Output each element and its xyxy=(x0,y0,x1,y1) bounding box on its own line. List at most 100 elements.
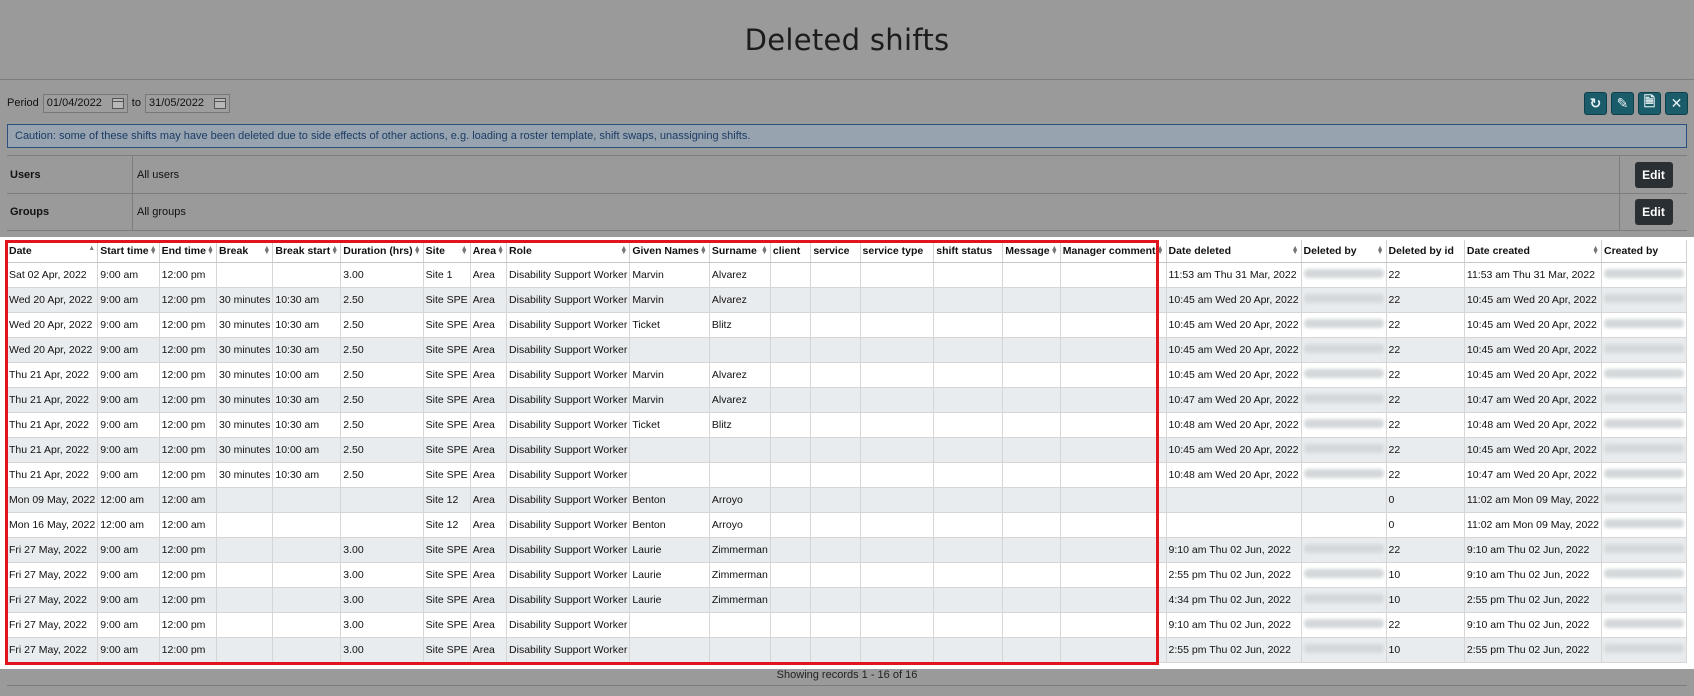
column-header-label: Deleted by id xyxy=(1388,244,1454,257)
column-header[interactable]: shift status xyxy=(933,240,1004,263)
table-cell: Site SPE xyxy=(423,612,471,638)
column-header[interactable]: Manager comment ▲ ▼ xyxy=(1060,240,1167,263)
table-cell xyxy=(1002,637,1061,663)
redacted-text xyxy=(1604,268,1684,278)
table-cell xyxy=(1060,487,1167,513)
table-cell xyxy=(860,462,935,488)
column-header[interactable]: Deleted by id xyxy=(1386,240,1465,263)
period-from-input[interactable]: 01/04/2022 xyxy=(42,93,128,113)
sort-icon[interactable]: ▲ ▼ xyxy=(1157,245,1164,256)
table-cell xyxy=(860,537,935,563)
table-row[interactable]: Fri 27 May, 2022 9:00 am 12:00 pm 3.00 Site … xyxy=(7,612,1687,638)
edit-users-button[interactable]: Edit xyxy=(1634,161,1673,188)
period-to-input[interactable]: 31/05/2022 xyxy=(144,93,230,113)
column-header[interactable]: Date deleted ▲ ▼ xyxy=(1166,240,1302,263)
column-header[interactable]: Deleted by ▲ ▼ xyxy=(1301,240,1387,263)
refresh-icon[interactable]: ↻ xyxy=(1584,91,1607,115)
edit-groups-button[interactable]: Edit xyxy=(1634,199,1673,225)
table-cell: 10:47 am Wed 20 Apr, 2022 xyxy=(1166,387,1302,413)
sort-icon[interactable]: ▲ ▼ xyxy=(497,245,504,256)
table-cell: Disability Support Worker xyxy=(506,337,631,363)
table-cell xyxy=(1601,562,1687,588)
column-header[interactable]: Created by xyxy=(1601,240,1687,263)
edit-icon[interactable]: ✎ xyxy=(1611,91,1634,115)
table-cell xyxy=(810,537,861,563)
table-row[interactable]: Wed 20 Apr, 2022 9:00 am 12:00 pm 30 minute… xyxy=(7,287,1687,313)
column-header[interactable]: End time ▲ ▼ xyxy=(159,240,217,263)
table-cell: Alvarez xyxy=(709,262,771,288)
column-header[interactable]: Break start ▲ ▼ xyxy=(272,240,342,263)
sort-icon[interactable]: ▲ ▼ xyxy=(461,245,468,256)
table-row[interactable]: Sat 02 Apr, 2022 9:00 am 12:00 pm 3.00 Site … xyxy=(7,262,1687,288)
table-cell: Marvin xyxy=(629,262,710,288)
sort-icon[interactable]: ▲ ▼ xyxy=(1051,245,1058,256)
column-header[interactable]: Date ▲ xyxy=(7,240,99,263)
redacted-text xyxy=(1604,343,1684,353)
table-cell xyxy=(216,487,274,513)
redacted-text xyxy=(1303,443,1384,453)
redacted-text xyxy=(1604,393,1684,403)
table-row[interactable]: Fri 27 May, 2022 9:00 am 12:00 pm 3.00 Site … xyxy=(7,587,1687,613)
table-cell: Site SPE xyxy=(423,287,471,313)
column-header[interactable]: Message ▲ ▼ xyxy=(1002,240,1061,263)
sort-icon[interactable]: ▲ ▼ xyxy=(1592,245,1599,256)
pdf-icon[interactable]: 🗎 xyxy=(1638,91,1661,115)
sort-icon[interactable]: ▲ ▼ xyxy=(700,245,707,256)
excel-icon[interactable]: ✕ xyxy=(1665,91,1688,115)
table-row[interactable]: Thu 21 Apr, 2022 9:00 am 12:00 pm 30 minute… xyxy=(7,362,1687,388)
table-row[interactable]: Mon 09 May, 2022 12:00 am 12:00 am Site 12 A… xyxy=(7,487,1687,513)
table-cell xyxy=(933,387,1004,413)
table-cell: 2.50 xyxy=(340,437,424,463)
table-cell: 9:00 am xyxy=(97,437,160,463)
sort-icon[interactable]: ▲ ▼ xyxy=(263,245,270,256)
sort-ascending-icon[interactable]: ▲ xyxy=(88,245,95,252)
column-header[interactable]: Role ▲ ▼ xyxy=(506,240,631,263)
divider xyxy=(7,685,1687,686)
column-header[interactable]: Duration (hrs) ▲ ▼ xyxy=(340,240,424,263)
table-row[interactable]: Thu 21 Apr, 2022 9:00 am 12:00 pm 30 minute… xyxy=(7,387,1687,413)
table-cell: Area xyxy=(470,312,508,338)
sort-icon[interactable]: ▲ ▼ xyxy=(207,245,214,256)
table-cell: 30 minutes xyxy=(216,337,274,363)
sort-icon[interactable]: ▲ ▼ xyxy=(761,245,768,256)
sort-icon[interactable]: ▲ ▼ xyxy=(620,245,627,256)
column-header[interactable]: service type xyxy=(860,240,935,263)
table-cell: 30 minutes xyxy=(216,362,274,388)
sort-icon[interactable]: ▲ ▼ xyxy=(1377,245,1384,256)
column-header[interactable]: service xyxy=(810,240,861,263)
table-cell xyxy=(216,537,274,563)
column-header[interactable]: Area ▲ ▼ xyxy=(470,240,508,263)
column-header[interactable]: client xyxy=(770,240,812,263)
column-header[interactable]: Given Names ▲ ▼ xyxy=(629,240,710,263)
table-cell xyxy=(1301,437,1387,463)
sort-icon[interactable]: ▲ ▼ xyxy=(331,245,338,256)
table-cell xyxy=(933,637,1004,663)
sort-icon[interactable]: ▲ ▼ xyxy=(414,245,421,256)
calendar-icon[interactable] xyxy=(213,97,226,109)
table-row[interactable]: Fri 27 May, 2022 9:00 am 12:00 pm 3.00 Site … xyxy=(7,537,1687,563)
column-header[interactable]: Start time ▲ ▼ xyxy=(97,240,160,263)
table-row[interactable]: Wed 20 Apr, 2022 9:00 am 12:00 pm 30 minute… xyxy=(7,312,1687,338)
table-cell xyxy=(933,362,1004,388)
table-cell xyxy=(770,562,812,588)
table-cell: 0 xyxy=(1386,512,1465,538)
sort-icon[interactable]: ▲ ▼ xyxy=(1292,245,1299,256)
table-cell: 9:00 am xyxy=(97,262,160,288)
table-cell: Area xyxy=(470,362,508,388)
table-row[interactable]: Thu 21 Apr, 2022 9:00 am 12:00 pm 30 minute… xyxy=(7,462,1687,488)
table-row[interactable]: Fri 27 May, 2022 9:00 am 12:00 pm 3.00 Site … xyxy=(7,637,1687,663)
table-cell xyxy=(1060,637,1167,663)
calendar-icon[interactable] xyxy=(111,97,124,109)
column-header[interactable]: Surname ▲ ▼ xyxy=(709,240,771,263)
table-cell: 22 xyxy=(1386,337,1465,363)
column-header[interactable]: Break ▲ ▼ xyxy=(216,240,274,263)
table-row[interactable]: Thu 21 Apr, 2022 9:00 am 12:00 pm 30 minute… xyxy=(7,437,1687,463)
table-row[interactable]: Mon 16 May, 2022 12:00 am 12:00 am Site 12 A… xyxy=(7,512,1687,538)
table-row[interactable]: Thu 21 Apr, 2022 9:00 am 12:00 pm 30 minute… xyxy=(7,412,1687,438)
sort-icon[interactable]: ▲ ▼ xyxy=(150,245,157,256)
table-cell xyxy=(272,637,342,663)
column-header[interactable]: Date created ▲ ▼ xyxy=(1464,240,1603,263)
table-row[interactable]: Fri 27 May, 2022 9:00 am 12:00 pm 3.00 Site … xyxy=(7,562,1687,588)
column-header[interactable]: Site ▲ ▼ xyxy=(423,240,471,263)
table-row[interactable]: Wed 20 Apr, 2022 9:00 am 12:00 pm 30 minute… xyxy=(7,337,1687,363)
